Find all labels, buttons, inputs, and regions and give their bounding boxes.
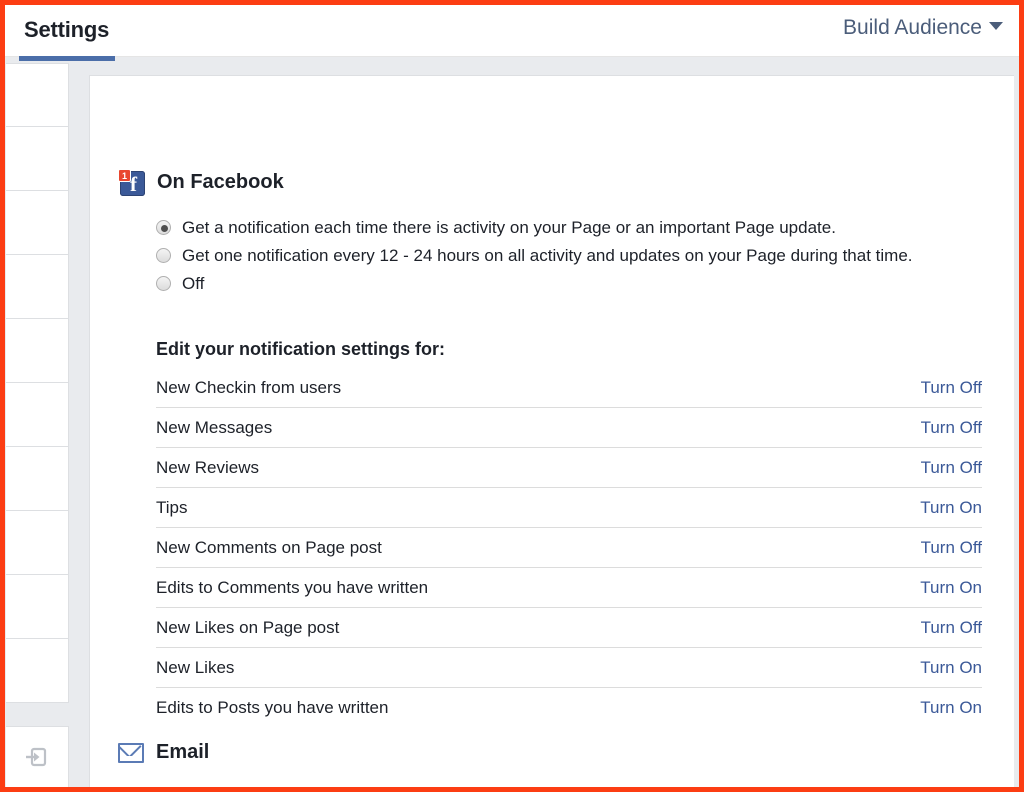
radio-option-fb-every-12-24[interactable]: Get one notification every 12 - 24 hours… bbox=[156, 244, 913, 272]
email-title: Email bbox=[156, 741, 210, 763]
setting-name: New Messages bbox=[156, 417, 273, 437]
toggle-link[interactable]: Turn Off bbox=[921, 418, 982, 438]
sign-in-arrow-icon bbox=[26, 747, 47, 767]
table-row: New Likes Turn On bbox=[156, 648, 982, 688]
radio-indicator[interactable] bbox=[156, 220, 171, 235]
table-row: New Reviews Turn Off bbox=[156, 448, 982, 488]
radio-option-fb-each-time[interactable]: Get a notification each time there is ac… bbox=[156, 216, 913, 244]
toggle-link[interactable]: Turn Off bbox=[921, 538, 982, 558]
email-radio-group: Get an email each time there is activity… bbox=[156, 786, 805, 787]
table-row: New Comments on Page post Turn Off bbox=[156, 528, 982, 568]
setting-name: Tips bbox=[156, 497, 188, 517]
setting-name: Edits to Comments you have written bbox=[156, 577, 429, 597]
screenshot-frame: Settings Build Audience f 1 On Facebook … bbox=[0, 0, 1024, 792]
settings-card: f 1 On Facebook Get a notification each … bbox=[89, 75, 1014, 787]
page-header: Settings Build Audience bbox=[5, 5, 1019, 57]
radio-option-email-each-time[interactable]: Get an email each time there is activity… bbox=[156, 786, 805, 787]
setting-name: New Reviews bbox=[156, 457, 259, 477]
sidebar-item[interactable] bbox=[6, 511, 69, 575]
toggle-link[interactable]: Turn Off bbox=[921, 378, 982, 398]
radio-label: Get one notification every 12 - 24 hours… bbox=[182, 246, 913, 265]
build-audience-menu[interactable]: Build Audience bbox=[843, 16, 1003, 40]
on-facebook-radio-group: Get a notification each time there is ac… bbox=[156, 216, 913, 300]
radio-label: Get a notification each time there is ac… bbox=[182, 218, 836, 237]
table-row: New Messages Turn Off bbox=[156, 408, 982, 448]
sidebar-item[interactable] bbox=[6, 127, 69, 191]
sidebar-item[interactable] bbox=[6, 639, 69, 703]
setting-name: Edits to Posts you have written bbox=[156, 698, 389, 717]
sidebar-item[interactable] bbox=[6, 319, 69, 383]
toggle-link[interactable]: Turn On bbox=[920, 698, 982, 718]
radio-indicator[interactable] bbox=[156, 248, 171, 263]
toggle-link[interactable]: Turn On bbox=[920, 658, 982, 678]
sidebar-footer[interactable] bbox=[6, 726, 69, 787]
page-body: f 1 On Facebook Get a notification each … bbox=[5, 58, 1019, 787]
edit-notification-settings-heading: Edit your notification settings for: bbox=[156, 339, 445, 359]
facebook-icon: f 1 bbox=[118, 169, 145, 196]
sidebar-item[interactable] bbox=[6, 255, 69, 319]
setting-name: New Checkin from users bbox=[156, 377, 342, 397]
table-row: New Checkin from users Turn Off bbox=[156, 368, 982, 408]
sidebar-item[interactable] bbox=[6, 63, 69, 127]
notification-badge: 1 bbox=[118, 169, 131, 182]
sidebar-item[interactable] bbox=[6, 383, 69, 447]
toggle-link[interactable]: Turn On bbox=[920, 498, 982, 518]
on-facebook-title: On Facebook bbox=[157, 171, 284, 193]
envelope-icon bbox=[118, 742, 144, 763]
table-row: New Likes on Page post Turn Off bbox=[156, 608, 982, 648]
table-row: Edits to Comments you have written Turn … bbox=[156, 568, 982, 608]
radio-indicator[interactable] bbox=[156, 276, 171, 291]
table-row: Tips Turn On bbox=[156, 488, 982, 528]
setting-name: New Likes on Page post bbox=[156, 617, 340, 637]
active-tab-indicator bbox=[19, 56, 115, 61]
toggle-link[interactable]: Turn Off bbox=[921, 458, 982, 478]
table-row: Edits to Posts you have written Turn On bbox=[156, 688, 982, 728]
chevron-down-icon bbox=[989, 22, 1003, 31]
on-facebook-section-header: f 1 On Facebook bbox=[118, 169, 284, 196]
left-sidebar bbox=[6, 63, 69, 703]
build-audience-label: Build Audience bbox=[843, 16, 982, 39]
setting-name: New Comments on Page post bbox=[156, 537, 382, 557]
radio-label: Off bbox=[182, 274, 205, 293]
sidebar-item[interactable] bbox=[6, 447, 69, 511]
setting-name: New Likes bbox=[156, 657, 235, 677]
radio-option-fb-off[interactable]: Off bbox=[156, 272, 913, 300]
toggle-link[interactable]: Turn On bbox=[920, 578, 982, 598]
sidebar-item[interactable] bbox=[6, 191, 69, 255]
radio-label: Get an email each time there is activity… bbox=[182, 786, 805, 787]
notification-settings-list: New Checkin from users Turn Off New Mess… bbox=[156, 368, 982, 728]
sidebar-item[interactable] bbox=[6, 575, 69, 639]
email-section-header: Email bbox=[118, 741, 209, 764]
page-title: Settings bbox=[24, 17, 110, 42]
toggle-link[interactable]: Turn Off bbox=[921, 618, 982, 638]
